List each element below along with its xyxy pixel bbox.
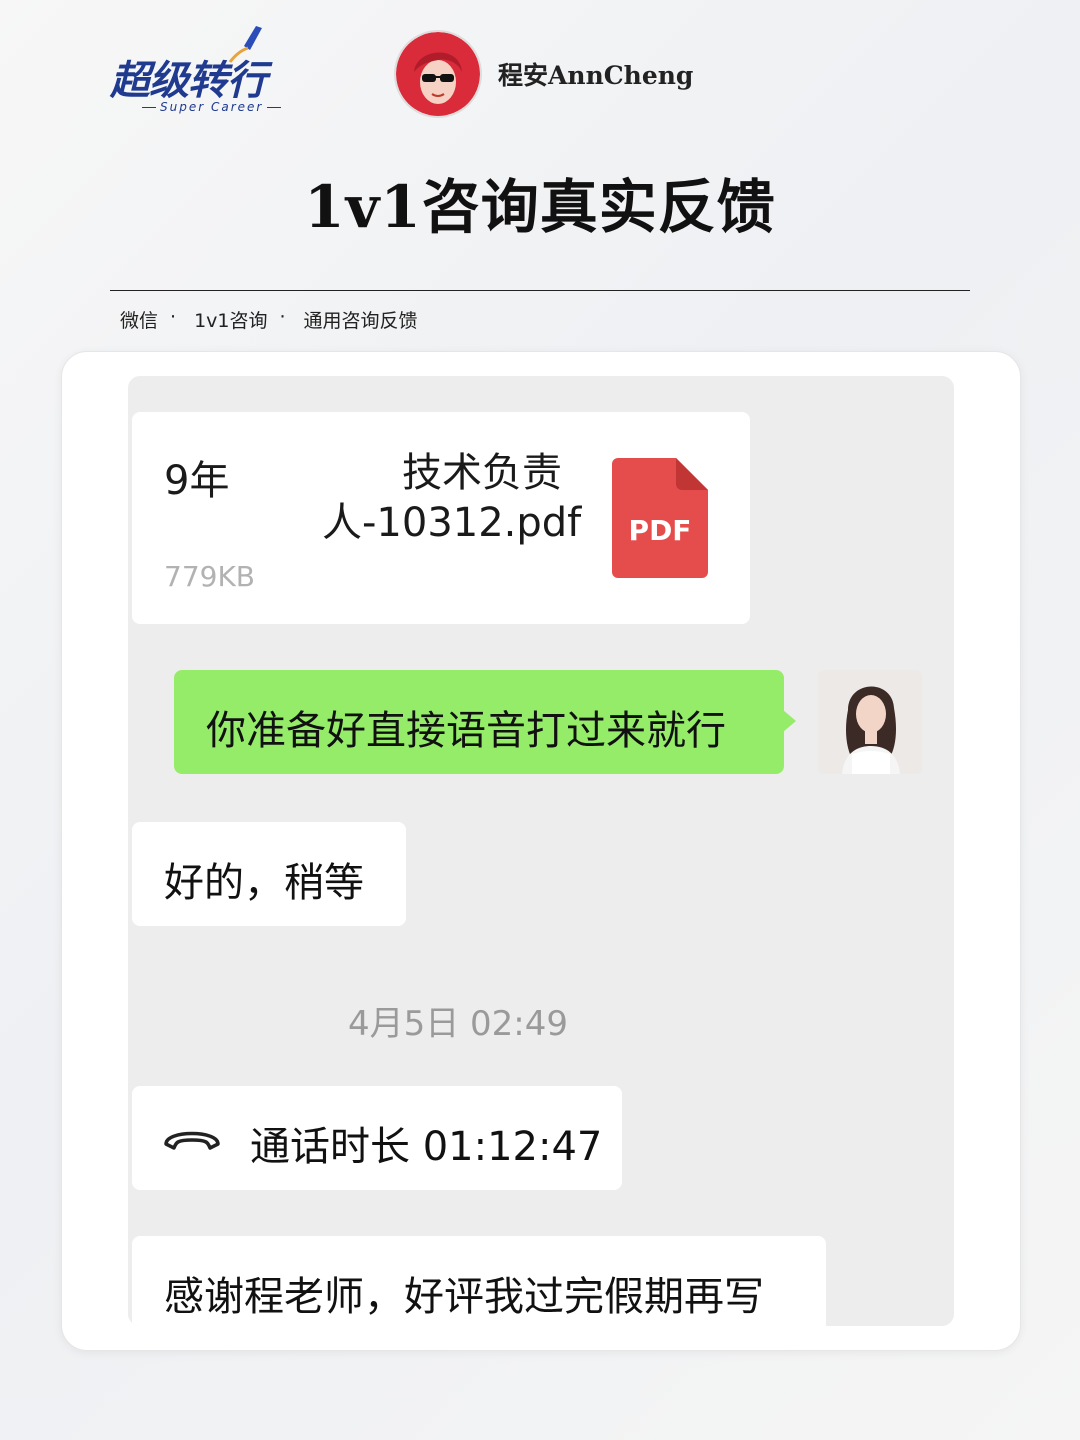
title-divider — [110, 290, 970, 291]
file-size: 779KB — [164, 560, 256, 593]
chat-timestamp: 4月5日 02:49 — [347, 1004, 569, 1044]
pdf-type-label: PDF — [628, 514, 692, 547]
chat-screenshot: 9年 技术负责人-10312.pdf 779KB PDF 你准备好直接语音打过来… — [128, 376, 954, 1326]
screenshot-card: 9年 技术负责人-10312.pdf 779KB PDF 你准备好直接语音打过来… — [61, 351, 1021, 1351]
author-name: 程安AnnCheng — [498, 61, 694, 90]
file-name-part: 技术负责人-10312.pdf — [322, 450, 582, 546]
breadcrumb-separator: · — [279, 306, 286, 328]
pdf-file-icon: PDF — [612, 458, 708, 578]
sender-avatar-photo — [818, 670, 922, 774]
breadcrumb-item: 通用咨询反馈 — [303, 310, 418, 332]
breadcrumb-item: 微信 — [120, 310, 159, 332]
breadcrumb: 微信 · 1v1咨询 · 通用咨询反馈 — [120, 306, 430, 333]
breadcrumb-separator: · — [170, 306, 177, 328]
logo-subtitle: Super Career — [138, 100, 285, 114]
call-duration-text: 通话时长 01:12:47 — [250, 1124, 603, 1170]
received-message-bubble[interactable]: 好的，稍等 — [132, 822, 406, 926]
author-avatar-illustration — [396, 32, 480, 116]
phone-hangup-icon — [164, 1131, 220, 1150]
sent-message-text: 你准备好直接语音打过来就行 — [206, 708, 726, 754]
page-title: 1v1咨询真实反馈 — [304, 173, 776, 241]
received-message-bubble[interactable]: 感谢程老师，好评我过完假期再写 — [132, 1236, 826, 1326]
sent-message-bubble[interactable]: 你准备好直接语音打过来就行 — [174, 670, 796, 774]
logo-title: 超级转行 — [110, 58, 267, 104]
call-record-bubble[interactable]: 通话时长 01:12:47 — [132, 1086, 622, 1190]
breadcrumb-item: 1v1咨询 — [194, 310, 268, 332]
author-avatar — [394, 30, 482, 118]
brand-logo: 超级转行 Super Career — [108, 24, 298, 120]
author-info: 程安AnnCheng — [394, 28, 693, 120]
file-name-part: 9年 — [164, 458, 230, 504]
received-message-text: 好的，稍等 — [164, 860, 364, 906]
sender-avatar[interactable] — [818, 670, 922, 774]
thanks-message-text: 感谢程老师，好评我过完假期再写 — [164, 1274, 764, 1320]
file-message[interactable]: 9年 技术负责人-10312.pdf 779KB PDF — [132, 412, 750, 624]
